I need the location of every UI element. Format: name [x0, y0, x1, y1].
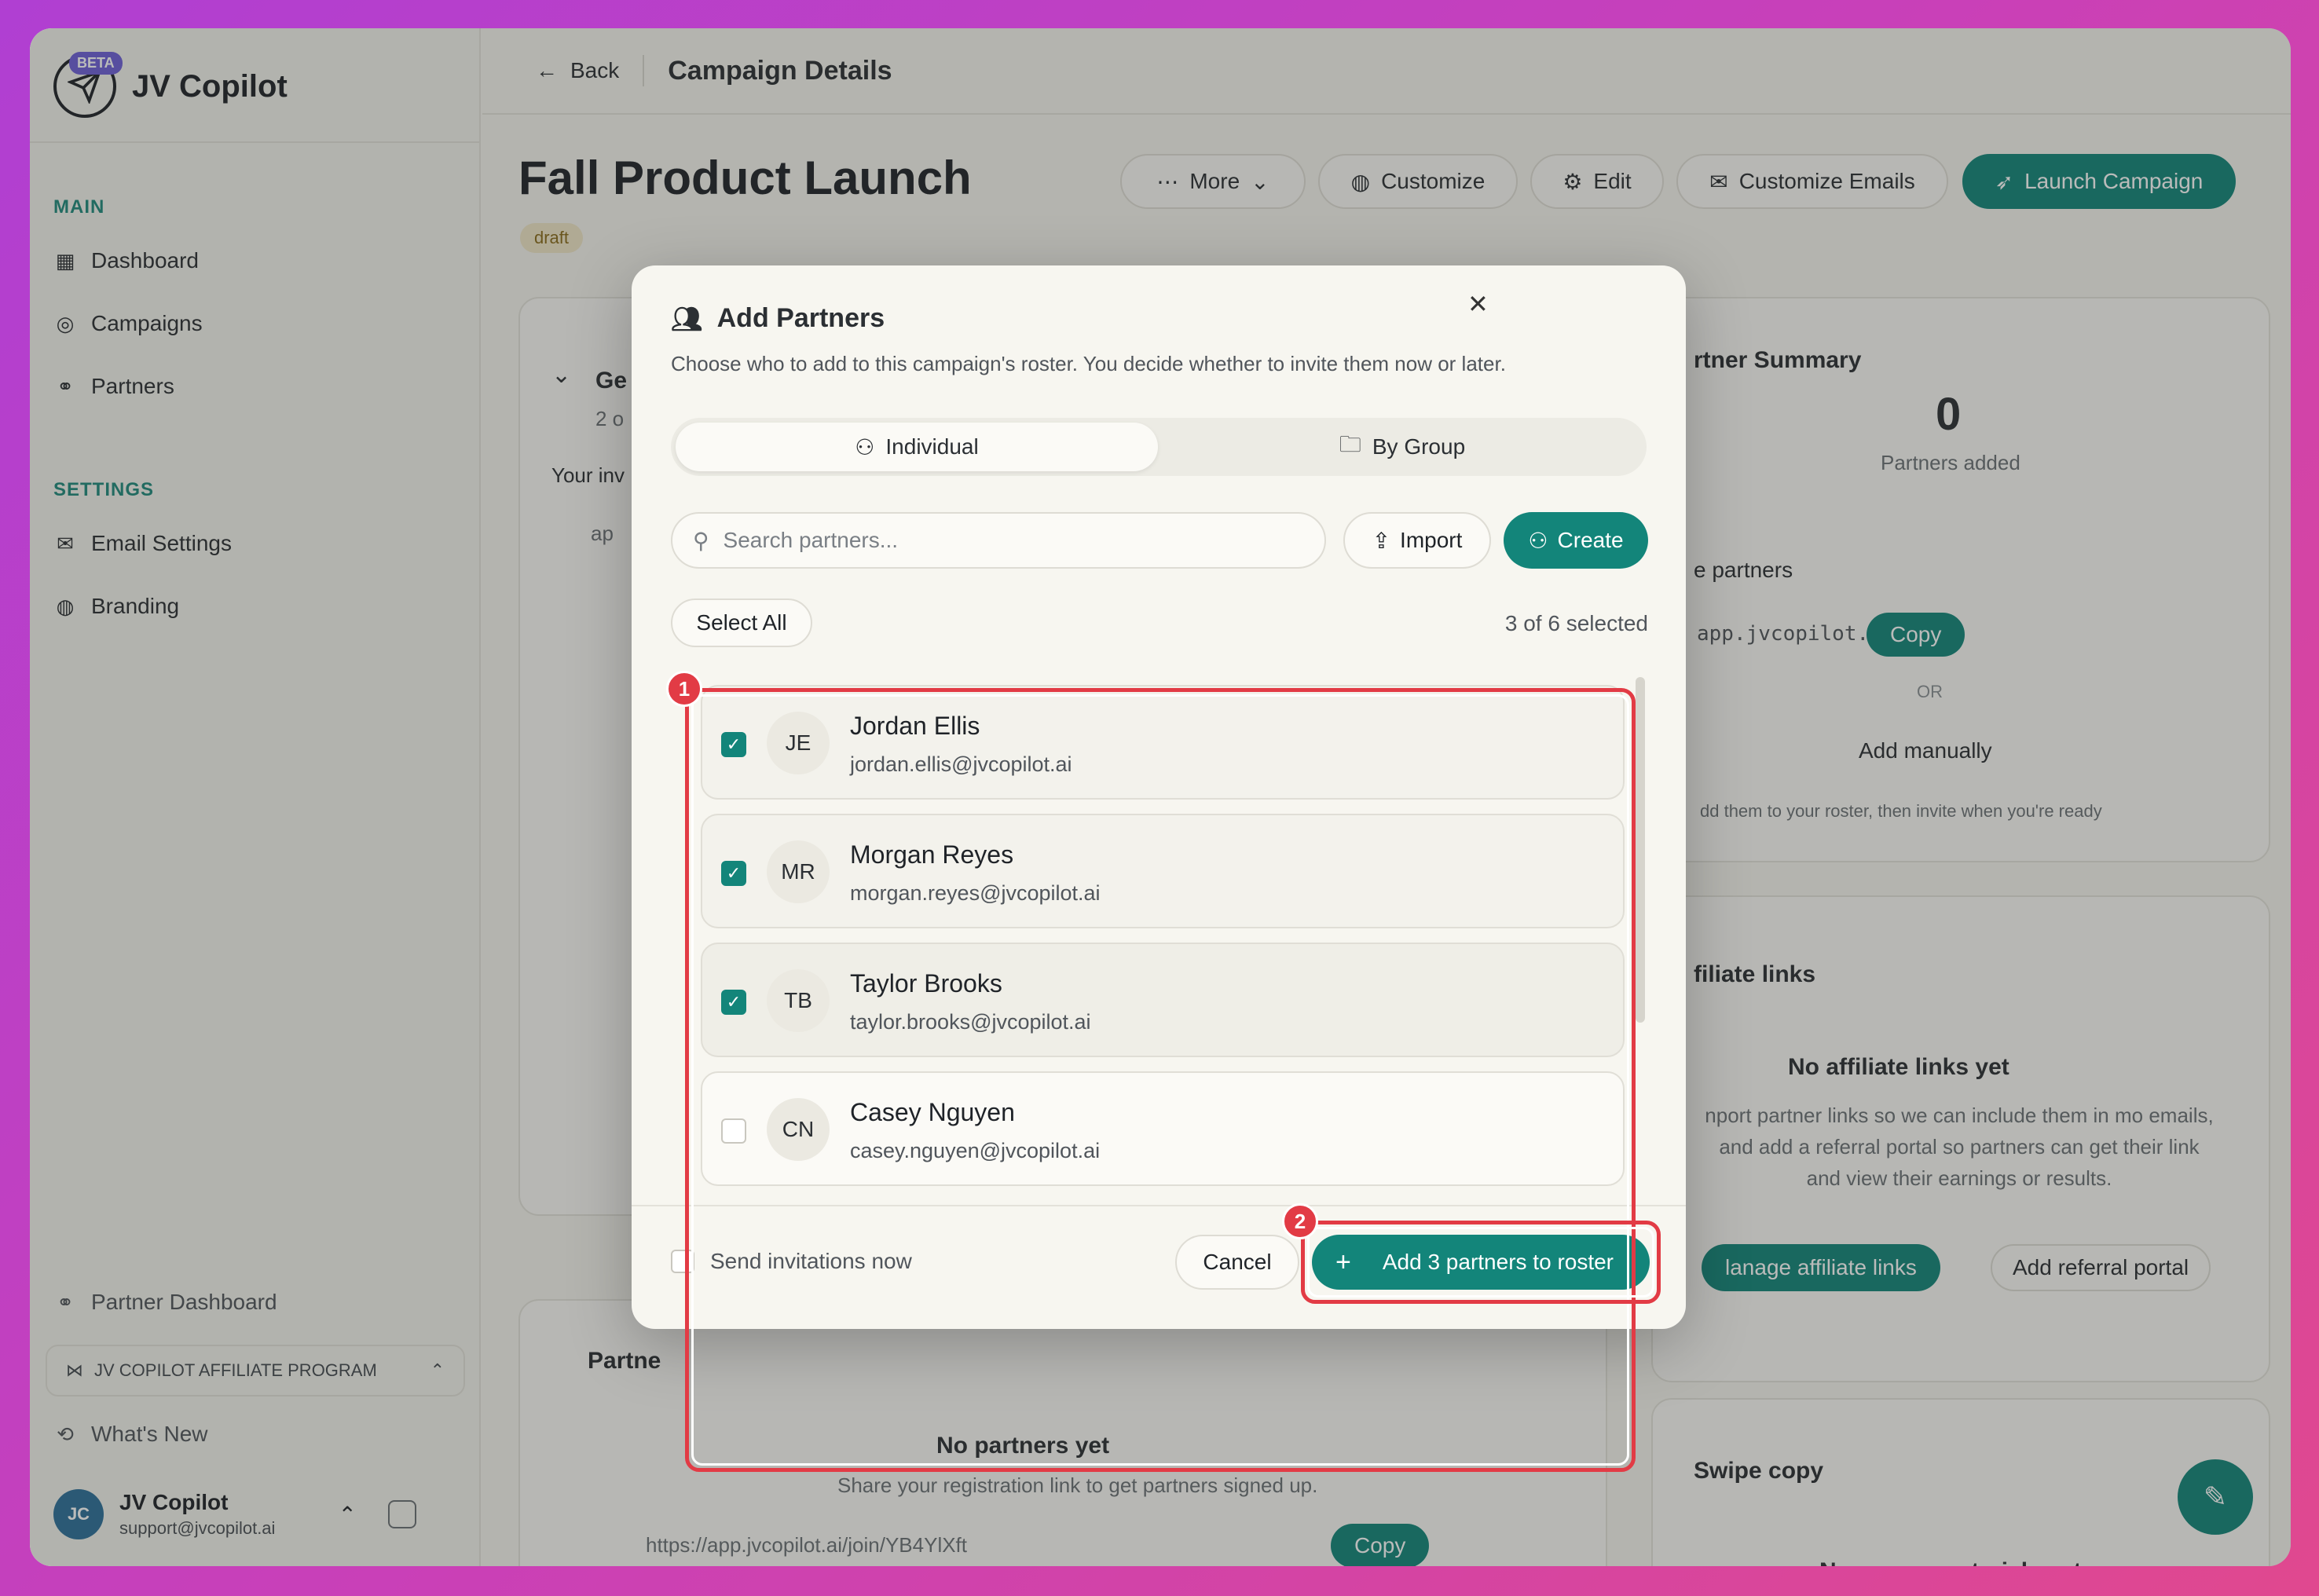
create-button[interactable]: ⚇ Create — [1504, 512, 1648, 569]
user-plus-icon: ⚇ — [1528, 528, 1548, 553]
tab-label: Individual — [885, 434, 979, 459]
tab-by-group[interactable]: 🗀 By Group — [1163, 423, 1642, 471]
tab-label: By Group — [1372, 434, 1466, 459]
close-icon[interactable]: ✕ — [1467, 289, 1489, 319]
highlight-box-1-inner — [691, 694, 1629, 1466]
marker-1: 1 — [666, 671, 702, 707]
upload-icon: ⇪ — [1372, 528, 1391, 553]
highlight-box-2-inner — [1307, 1227, 1654, 1298]
search-placeholder: Search partners... — [723, 528, 899, 552]
users-icon: 👥︎ — [671, 304, 703, 333]
dialog-title: 👥︎ Add Partners — [671, 303, 885, 334]
create-label: Create — [1557, 528, 1624, 552]
mode-tabs: ⚇ Individual 🗀 By Group — [671, 418, 1647, 476]
dialog-subtitle: Choose who to add to this campaign's ros… — [671, 352, 1506, 375]
tab-individual[interactable]: ⚇ Individual — [676, 423, 1158, 471]
import-button[interactable]: ⇪ Import — [1343, 512, 1491, 569]
dialog-title-text: Add Partners — [716, 303, 885, 333]
search-icon: ⚲ — [693, 528, 709, 553]
selected-count: 3 of 6 selected — [1504, 611, 1648, 635]
folder-icon: 🗀 — [1339, 432, 1361, 456]
scrollbar[interactable] — [1636, 677, 1645, 1023]
search-input[interactable]: ⚲ Search partners... — [671, 512, 1326, 569]
marker-2: 2 — [1282, 1203, 1318, 1239]
select-all-button[interactable]: Select All — [671, 598, 812, 647]
user-plus-icon: ⚇ — [855, 434, 875, 459]
import-label: Import — [1400, 528, 1463, 552]
